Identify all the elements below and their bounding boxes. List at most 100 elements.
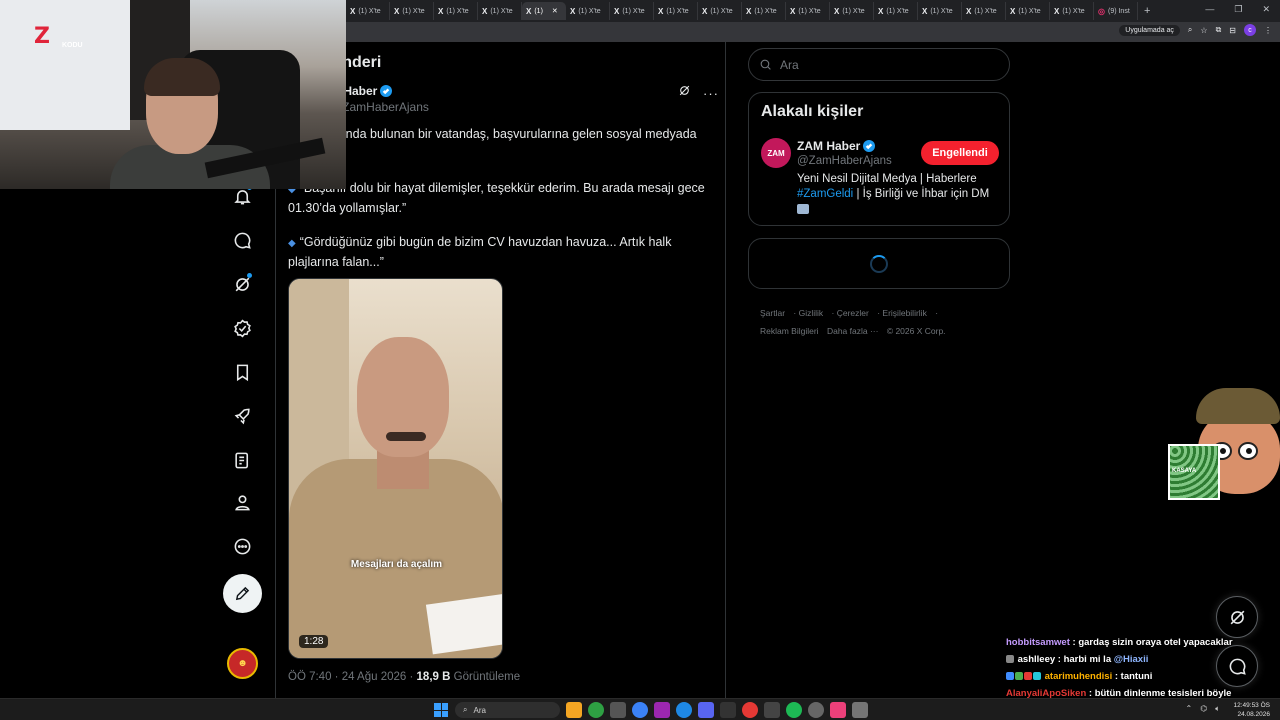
grok-icon[interactable] xyxy=(230,272,254,296)
grok-dot xyxy=(247,273,252,278)
volume-icon[interactable]: 🔈︎ xyxy=(1215,704,1220,714)
x-logo-icon: X xyxy=(350,6,356,16)
footer-link-terms[interactable]: Şartlar xyxy=(760,308,785,318)
browser-tab[interactable]: X (1) X'te xyxy=(918,2,962,20)
browser-tab[interactable]: X (1) X'te xyxy=(962,2,1006,20)
browser-tab-active[interactable]: X (1) ✕ xyxy=(522,2,566,20)
stream-logo: Z xyxy=(34,24,50,49)
browser-tab[interactable]: X (1) X'te xyxy=(390,2,434,20)
post-video[interactable]: Mesajları da açalım 1:28 xyxy=(288,278,503,659)
network-icon[interactable]: ⌬ xyxy=(1200,704,1207,714)
menu-icon[interactable]: ⋮ xyxy=(1264,26,1272,35)
sticker-hat xyxy=(1196,388,1280,424)
browser-tab-instagram[interactable]: ◎ (9) Inst xyxy=(1094,2,1138,20)
open-in-app-chip[interactable]: Uygulamada aç xyxy=(1119,24,1180,36)
browser-tab[interactable]: X (1) X'te xyxy=(874,2,918,20)
new-tab-icon[interactable]: + xyxy=(1144,2,1150,20)
more-options-icon[interactable]: ··· xyxy=(703,87,719,100)
x-logo-icon: X xyxy=(1054,6,1060,16)
app-icon[interactable] xyxy=(808,702,824,718)
app-icon[interactable] xyxy=(830,702,846,718)
post-date[interactable]: 24 Ağu 2026 xyxy=(342,671,407,683)
app-icon[interactable] xyxy=(742,702,758,718)
taskbar-search[interactable]: ⌕ Ara xyxy=(455,702,560,718)
video-person-mustache xyxy=(386,432,426,441)
tray-arrow-icon[interactable]: ⌃ xyxy=(1186,704,1193,714)
compose-post-button[interactable] xyxy=(223,574,262,613)
extensions-icon[interactable]: ⧉ xyxy=(1216,25,1222,35)
browser-tab[interactable]: X (1) X'te xyxy=(1006,2,1050,20)
zoom-icon[interactable]: ⌕ xyxy=(1188,25,1192,35)
lists-icon[interactable] xyxy=(230,448,254,472)
bookmark-star-icon[interactable]: ☆ xyxy=(1200,26,1207,35)
chat-badge-icon xyxy=(1006,655,1014,663)
browser-tab[interactable]: X (1) X'te xyxy=(786,2,830,20)
maximize-icon[interactable]: ❐ xyxy=(1234,4,1242,15)
taskbar-clock[interactable]: 12:49:53 ÖS 24.08.2026 xyxy=(1234,701,1271,719)
footer-link-privacy[interactable]: Gizlilik xyxy=(799,308,824,318)
hashtag-link[interactable]: #ZamGeldi xyxy=(797,188,853,200)
footer-link-ads-info[interactable]: Reklam Bilgileri xyxy=(760,326,819,336)
spotify-icon[interactable] xyxy=(786,702,802,718)
browser-tab[interactable]: X (1) X'te xyxy=(742,2,786,20)
app-icon[interactable] xyxy=(654,702,670,718)
chat-message: hobbitsamwet : gardaş sizin oraya otel y… xyxy=(1006,637,1233,648)
browser-tab[interactable]: X (1) X'te xyxy=(654,2,698,20)
post-time[interactable]: ÖÖ 7:40 xyxy=(288,671,331,683)
close-window-icon[interactable]: ✕ xyxy=(1262,4,1270,15)
profile-avatar[interactable]: c xyxy=(1244,24,1256,36)
grok-explain-icon[interactable] xyxy=(678,84,691,102)
close-tab-icon[interactable]: ✕ xyxy=(552,7,558,15)
sticker-box: KASAYA xyxy=(1168,444,1220,500)
verified-orgs-icon[interactable] xyxy=(230,316,254,340)
blocked-button[interactable]: Engellendi xyxy=(921,141,999,165)
account-avatar[interactable]: ☻ xyxy=(227,648,258,679)
browser-tab[interactable]: X (1) X'te xyxy=(698,2,742,20)
envelope-icon xyxy=(797,203,809,214)
zam-avatar[interactable]: ZAM xyxy=(761,138,791,168)
bookmarks-icon[interactable] xyxy=(230,360,254,384)
messages-icon[interactable] xyxy=(230,228,254,252)
search-input[interactable]: Ara xyxy=(748,48,1010,81)
taskbar-apps xyxy=(566,702,868,718)
browser-tab[interactable]: X (1) X'te xyxy=(478,2,522,20)
view-label: Görüntüleme xyxy=(453,671,521,683)
browser-tab[interactable]: X (1) X'te xyxy=(610,2,654,20)
footer-link-more[interactable]: Daha fazla ··· xyxy=(827,326,879,336)
related-person-name[interactable]: ZAM Haber xyxy=(797,139,876,153)
minimize-icon[interactable]: — xyxy=(1205,4,1214,15)
grok-floating-button[interactable] xyxy=(1216,596,1258,638)
discord-icon[interactable] xyxy=(698,702,714,718)
browser-tab[interactable]: X (1) X'te xyxy=(566,2,610,20)
profile-icon[interactable] xyxy=(230,490,254,514)
windows-start-icon[interactable] xyxy=(434,703,448,717)
related-person-handle[interactable]: @ZamHaberAjans xyxy=(797,155,892,167)
window-controls: — ❐ ✕ xyxy=(1205,4,1270,15)
app-icon[interactable] xyxy=(676,702,692,718)
jobs-rocket-icon[interactable] xyxy=(230,404,254,428)
more-icon[interactable] xyxy=(230,534,254,558)
x-logo-icon: X xyxy=(570,6,576,16)
app-icon[interactable] xyxy=(720,702,736,718)
tab-search-icon[interactable]: ⊟ xyxy=(1229,26,1236,35)
post-quote-1: ◆ “Başarılı dolu bir hayat dilemişler, te… xyxy=(288,181,705,215)
app-icon[interactable] xyxy=(852,702,868,718)
file-explorer-icon[interactable] xyxy=(566,702,582,718)
x-logo-icon: X xyxy=(790,6,796,16)
column-divider-right xyxy=(725,42,726,700)
app-icon[interactable] xyxy=(610,702,626,718)
search-icon: ⌕ xyxy=(463,705,468,714)
chat-text: tantuni xyxy=(1120,671,1153,682)
browser-tab[interactable]: X (1) X'te xyxy=(1050,2,1094,20)
edge-icon[interactable] xyxy=(632,702,648,718)
browser-tab[interactable]: X (1) X'te xyxy=(830,2,874,20)
toolbar-actions: Uygulamada aç ⌕ ☆ ⧉ ⊟ c ⋮ xyxy=(1119,24,1272,36)
footer-link-cookies[interactable]: Çerezler xyxy=(837,308,869,318)
browser-tab[interactable]: X (1) X'te xyxy=(346,2,390,20)
x-logo-icon: X xyxy=(438,6,444,16)
chat-message: ashlleey : harbi mi la @Hiaxii xyxy=(1006,651,1276,668)
browser-tab[interactable]: X (1) X'te xyxy=(434,2,478,20)
app-icon[interactable] xyxy=(764,702,780,718)
footer-link-accessibility[interactable]: Erişilebilirlik xyxy=(882,308,926,318)
chrome-icon[interactable] xyxy=(588,702,604,718)
